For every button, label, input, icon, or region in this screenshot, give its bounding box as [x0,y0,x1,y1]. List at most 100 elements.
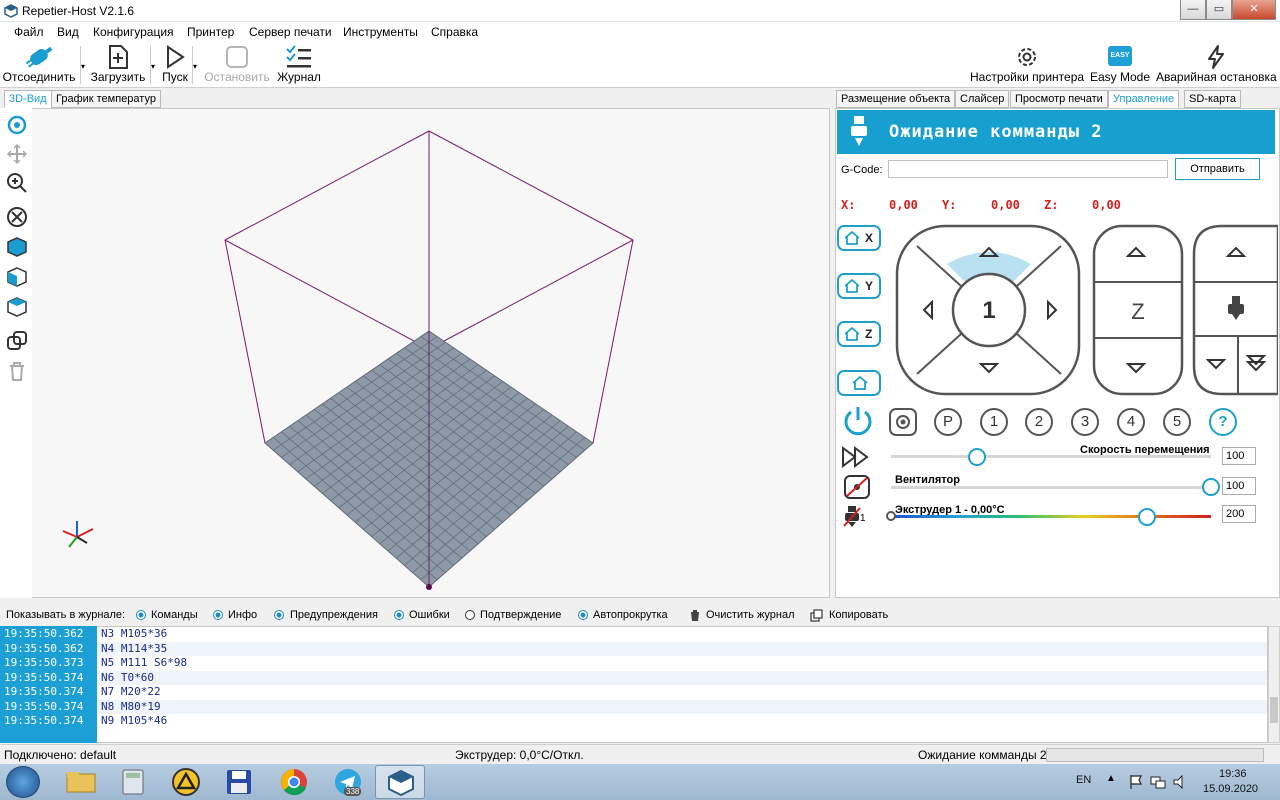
taskbar: 338 EN ▲ 19:36 15.09.2020 [0,764,1280,800]
easy-mode-badge: EASY [1108,46,1132,66]
network-icon[interactable] [1150,774,1166,790]
copy-icon[interactable] [810,609,823,622]
help-button[interactable]: ? [1209,408,1237,436]
rotate-view-icon[interactable] [6,114,28,136]
preset-3-button[interactable]: 3 [1071,408,1099,436]
taskbar-repetier[interactable] [375,765,425,799]
info-label: Инфо [228,609,258,621]
z-jog-pad[interactable]: Z [1092,224,1184,396]
stop-button[interactable]: Остановить [204,42,270,88]
tab-control[interactable]: Управление [1108,90,1180,108]
disconnect-label: Отсоединить [2,70,76,84]
taskbar-calculator[interactable] [108,765,158,799]
extruder-jog-pad[interactable] [1192,224,1278,396]
preset-2-button[interactable]: 2 [1025,408,1053,436]
flag-icon[interactable] [1128,774,1144,790]
menu-tools[interactable]: Инструменты [343,25,418,39]
dropdown-arrow-icon[interactable]: ▾ [193,62,197,71]
print-volume-scene[interactable] [1,109,829,597]
fit-view-icon[interactable] [6,206,28,228]
extruder-temp-input[interactable]: 200 [1222,505,1256,523]
log-message: N9 M105*46 [101,714,168,727]
taskbar-telegram[interactable]: 338 [322,765,372,799]
z-jog-label: Z [1131,299,1144,324]
menu-view[interactable]: Вид [57,25,79,39]
warnings-radio[interactable] [274,610,284,620]
power-icon[interactable] [841,404,875,438]
home-all-button[interactable] [837,370,881,396]
3d-view[interactable] [0,108,830,598]
toolbar: Отсоединить ▾ Загрузить ▾ Пуск ▾ Останов… [0,42,1280,88]
taskbar-save-app[interactable] [214,765,264,799]
motor-icon [896,415,910,429]
copy-objects-icon[interactable] [6,330,28,352]
extruder-temp-slider[interactable] [1138,508,1156,526]
log-toggle-button[interactable]: Журнал [276,42,322,88]
fan-off-icon [844,475,870,499]
trash-icon[interactable] [6,360,28,382]
dropdown-arrow-icon[interactable]: ▾ [151,62,155,71]
taskbar-archicad[interactable] [160,765,210,799]
log-scrollbar-thumb[interactable] [1270,697,1278,723]
ack-radio[interactable] [465,610,475,620]
trash-icon[interactable] [689,609,701,622]
top-view-icon[interactable] [6,296,28,318]
log-message: N8 M80*19 [101,699,161,713]
stepper-off-button[interactable] [889,408,917,436]
home-z-button[interactable]: Z [837,321,881,347]
commands-radio[interactable] [136,610,146,620]
menu-printer[interactable]: Принтер [187,25,234,39]
home-y-label: Y [865,279,874,293]
preset-1-button[interactable]: 1 [980,408,1008,436]
home-y-button[interactable]: Y [837,273,881,299]
extruder-index: 1 [860,513,866,524]
menu-file[interactable]: Файл [14,25,44,39]
front-view-icon[interactable] [6,266,28,288]
menu-configuration[interactable]: Конфигурация [93,25,174,39]
taskbar-chrome[interactable] [268,765,318,799]
emergency-stop-button[interactable]: Аварийная остановка [1156,42,1277,88]
clear-log-label[interactable]: Очистить журнал [706,609,795,621]
taskbar-explorer[interactable] [56,765,106,799]
load-button[interactable]: Загрузить [88,42,148,88]
errors-radio[interactable] [394,610,404,620]
menu-help[interactable]: Справка [431,25,478,39]
fan-slider[interactable] [1202,478,1220,496]
copy-log-label[interactable]: Копировать [829,609,888,621]
tab-object-placement[interactable]: Размещение объекта [836,90,956,108]
language-indicator[interactable]: EN [1076,774,1091,786]
speed-input[interactable]: 100 [1222,447,1256,465]
y-value: 0,00 [991,198,1020,212]
info-radio[interactable] [213,610,223,620]
maximize-button[interactable]: ▭ [1206,0,1232,20]
preset-4-button[interactable]: 4 [1117,408,1145,436]
iso-view-icon[interactable] [6,236,28,258]
zoom-icon[interactable] [6,172,28,194]
xy-jog-pad[interactable]: 1 [895,224,1083,396]
minimize-button[interactable]: — [1180,0,1206,20]
close-button[interactable]: ✕ [1232,0,1276,20]
run-button[interactable]: Пуск [160,42,190,88]
gcode-input[interactable] [888,160,1168,178]
menu-print-server[interactable]: Сервер печати [249,25,332,39]
send-button[interactable]: Отправить [1175,158,1260,180]
tab-slicer[interactable]: Слайсер [955,90,1010,108]
easy-mode-button[interactable]: EASY Easy Mode [1090,42,1150,88]
preset-5-button[interactable]: 5 [1163,408,1191,436]
park-button[interactable]: P [934,408,962,436]
move-view-icon[interactable] [6,143,28,165]
printer-settings-button[interactable]: Настройки принтера [970,42,1084,88]
tab-temperature-chart[interactable]: График температур [51,90,161,108]
start-button[interactable] [6,766,40,798]
fan-input[interactable]: 100 [1222,477,1256,495]
tab-sd-card[interactable]: SD-карта [1184,90,1242,108]
volume-icon[interactable] [1172,774,1188,790]
tray-expand-icon[interactable]: ▲ [1106,773,1116,784]
disconnect-button[interactable]: Отсоединить [2,42,76,88]
autoscroll-radio[interactable] [578,610,588,620]
tab-print-preview[interactable]: Просмотр печати [1010,90,1108,108]
log-scrollbar[interactable] [1268,626,1280,743]
home-x-button[interactable]: X [837,225,881,251]
tab-3d-view[interactable]: 3D-Вид [4,90,52,108]
dropdown-arrow-icon[interactable]: ▾ [81,62,85,71]
